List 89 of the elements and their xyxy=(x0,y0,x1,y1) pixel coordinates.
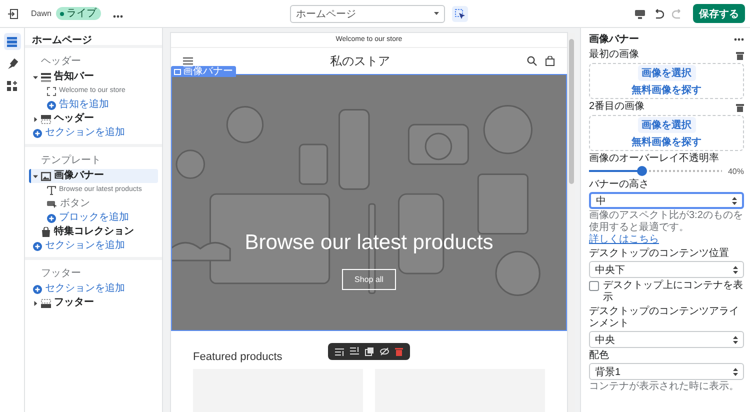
image-icon xyxy=(174,68,181,74)
group-heading: フッター xyxy=(40,267,82,281)
checkbox-label: デスクトップ上にコンテナを表示 xyxy=(603,280,744,304)
tree-item[interactable]: 告知バー xyxy=(29,70,158,84)
section-tag: 画像バナー xyxy=(171,66,236,77)
image-icon xyxy=(41,172,51,180)
panel-title: ホームページ xyxy=(25,28,162,48)
save-button[interactable]: 保存する xyxy=(692,4,745,23)
tree-item[interactable]: フッター xyxy=(29,296,158,310)
image-drop-area[interactable]: 画像を選択 無料画像を探す xyxy=(589,115,744,151)
chevron-updown-icon xyxy=(733,336,738,344)
delete-icon xyxy=(395,347,403,356)
field-label: バナーの高さ xyxy=(589,179,650,191)
trash-icon xyxy=(736,50,744,60)
redo-icon xyxy=(672,8,683,18)
caret-icon[interactable] xyxy=(33,300,38,306)
dropdown[interactable]: 中央下 xyxy=(589,261,744,278)
desktop-icon xyxy=(634,8,645,18)
tree-item[interactable]: 画像バナー xyxy=(29,169,158,183)
bar-section-icon xyxy=(41,72,51,82)
text-icon xyxy=(47,186,56,194)
button-icon xyxy=(47,200,57,208)
add-link[interactable]: セクションを追加 xyxy=(29,239,158,253)
checkbox[interactable] xyxy=(589,281,599,291)
field-label: 最初の画像 xyxy=(589,49,639,61)
caret-icon[interactable] xyxy=(33,74,38,80)
inspector-button[interactable] xyxy=(452,6,468,22)
field-label: デスクトップのコンテンツ位置 xyxy=(589,248,730,260)
free-images-link[interactable]: 無料画像を探す xyxy=(632,135,702,149)
image-drop-area[interactable]: 画像を選択 無料画像を探す xyxy=(589,63,744,99)
free-images-link[interactable]: 無料画像を探す xyxy=(632,83,702,97)
dropdown[interactable]: 中央 xyxy=(589,331,744,348)
field-label: 画像のオーバーレイ不透明率 xyxy=(589,153,720,165)
banner-heading: Browse our latest products xyxy=(244,231,494,255)
select-image-button[interactable]: 画像を選択 xyxy=(638,117,696,133)
sections-icon[interactable] xyxy=(4,33,20,50)
section-heading: Featured products xyxy=(193,351,282,363)
chevron-updown-icon xyxy=(732,196,737,204)
chevron-updown-icon xyxy=(733,266,738,274)
dropdown[interactable]: 中 xyxy=(589,192,744,209)
plus-circle-icon xyxy=(33,284,42,294)
shop-all-button[interactable]: Shop all xyxy=(342,269,396,290)
move-up-icon xyxy=(335,347,344,356)
status-badge: ライブ xyxy=(56,7,102,20)
plus-circle-icon xyxy=(33,128,42,138)
footer-section-icon xyxy=(41,298,51,308)
add-link[interactable]: ブロックを追加 xyxy=(43,211,158,225)
slider-reading: 40% xyxy=(728,166,744,176)
group-heading: ヘッダー xyxy=(40,55,82,69)
header-section-icon xyxy=(41,114,51,124)
more-icon xyxy=(734,38,744,40)
plus-circle-icon xyxy=(47,214,56,222)
add-link[interactable]: セクションを追加 xyxy=(29,282,158,296)
tree-item[interactable]: ボタン xyxy=(43,197,158,211)
duplicate-icon xyxy=(365,347,374,356)
caret-icon[interactable] xyxy=(33,116,38,122)
dropdown[interactable]: 背景1 xyxy=(589,363,744,380)
tree-item[interactable]: ヘッダー xyxy=(29,112,158,126)
trash-icon xyxy=(736,102,744,112)
help-text: 画像のアスペクト比が3:2のものを使用すると最適です。 詳しくはこちら xyxy=(589,210,744,246)
search-icon xyxy=(527,56,537,66)
learn-more-link[interactable]: 詳しくはこちら xyxy=(589,234,659,245)
chevron-updown-icon xyxy=(733,368,738,376)
store-name: 私のストア xyxy=(329,52,391,70)
group-heading: テンプレート xyxy=(40,154,102,168)
more-icon xyxy=(113,14,124,18)
caret-icon[interactable] xyxy=(33,174,38,178)
field-label: デスクトップのコンテンツアラインメント xyxy=(589,306,740,330)
exit-icon xyxy=(8,8,18,18)
field-label: 配色 xyxy=(589,350,610,362)
menu-icon xyxy=(183,57,193,65)
bag-icon xyxy=(545,56,555,66)
hide-icon xyxy=(380,347,389,356)
dashed-frame-icon xyxy=(47,86,56,96)
add-link[interactable]: セクションを追加 xyxy=(29,126,158,140)
help-text: コンテナが表示された時に表示。 xyxy=(589,381,740,393)
tree-item[interactable]: 特集コレクション xyxy=(29,225,158,239)
shopping-bag-icon xyxy=(41,227,51,237)
plus-circle-icon xyxy=(33,242,42,250)
slider-thumb[interactable] xyxy=(637,166,648,176)
caret-down-icon xyxy=(434,12,440,15)
page-select[interactable]: ホームページ xyxy=(290,4,446,22)
theme-name: Dawn xyxy=(31,9,52,18)
plus-circle-icon xyxy=(47,100,56,110)
select-image-button[interactable]: 画像を選択 xyxy=(638,65,696,81)
field-label: 2番目の画像 xyxy=(589,101,645,113)
move-down-icon xyxy=(350,347,359,356)
panel-title: 画像バナー xyxy=(589,32,639,46)
add-link[interactable]: 告知を追加 xyxy=(43,98,158,112)
